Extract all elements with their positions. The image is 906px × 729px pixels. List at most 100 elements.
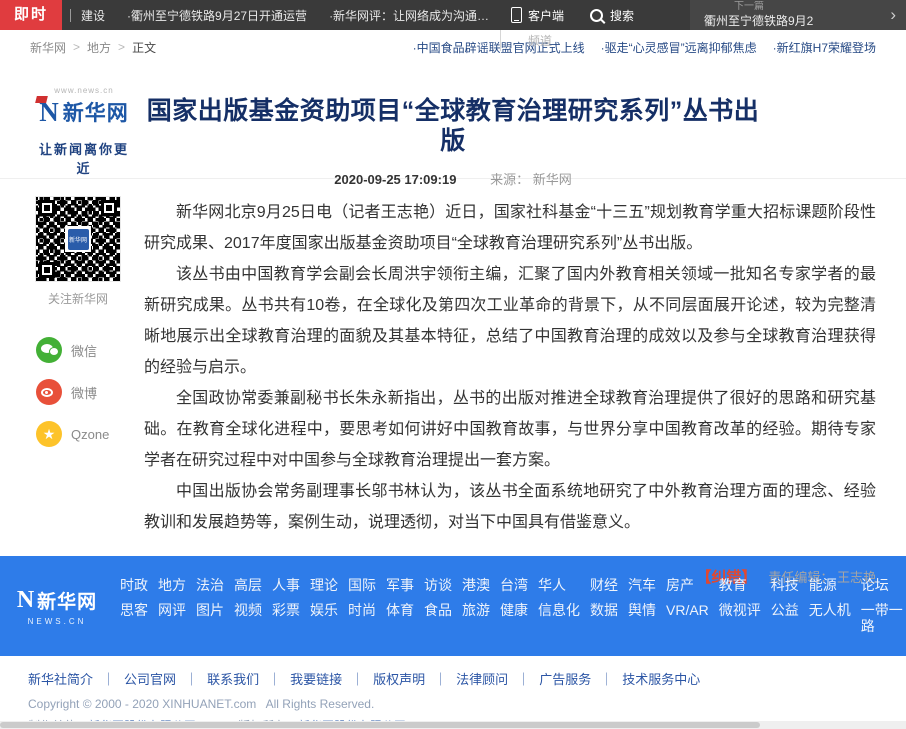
footer-nav-column: 理论娱乐 xyxy=(310,577,338,635)
footer-nav-column: 军事体育 xyxy=(386,577,414,635)
footer-link-separator: ｜ xyxy=(517,669,530,688)
footer-nav-column: 台湾健康 xyxy=(500,577,528,635)
footer-nav-link[interactable]: 无人机 xyxy=(809,602,851,619)
horizontal-scrollbar xyxy=(0,721,906,729)
search-label: 搜索 xyxy=(610,7,634,24)
footer-nav-link[interactable]: 旅游 xyxy=(462,602,490,619)
client-button[interactable]: 客户端 xyxy=(511,7,564,24)
footer-nav-column: 访谈食品 xyxy=(424,577,452,635)
footer-nav-link[interactable]: 思客 xyxy=(120,602,148,619)
article-header: www.news.cn N 新华网 让新闻离你更近 国家出版基金资助项目“全球教… xyxy=(0,64,906,179)
footer-nav-column: 房产 VR/AR xyxy=(666,577,709,635)
footer-nav-link[interactable]: 军事 xyxy=(386,577,414,594)
phone-icon xyxy=(511,7,522,23)
footer-nav-link[interactable]: 能源 xyxy=(809,577,851,594)
ticker-item[interactable]: 建设 xyxy=(81,7,105,24)
logo-mark: N 新华网 xyxy=(32,97,136,127)
headline-link[interactable]: ·驱走“心灵感冒”远离抑郁焦虑 xyxy=(601,39,757,56)
footer-nav-link[interactable]: 舆情 xyxy=(628,602,656,619)
footer-links: 新华社简介｜ 公司官网｜ 联系我们｜ 我要链接｜ 版权声明｜ 法律顾问｜ 广告服… xyxy=(28,669,878,688)
search-button[interactable]: 搜索 xyxy=(590,7,634,24)
copyright-text: Copyright © 2000 - 2020 XINHUANET.com Al… xyxy=(28,697,878,711)
share-wechat-button[interactable]: 微信 xyxy=(36,337,134,363)
footer-nav-link[interactable]: 论坛 xyxy=(861,577,903,594)
footer-nav-link[interactable]: 港澳 xyxy=(462,577,490,594)
footer-nav-link[interactable]: 信息化 xyxy=(538,602,580,619)
footer-nav-link[interactable]: 高层 xyxy=(234,577,262,594)
footer-link[interactable]: 联系我们 xyxy=(207,669,259,688)
footer-nav-link[interactable]: 网评 xyxy=(158,602,186,619)
site-slogan: 让新闻离你更近 xyxy=(32,139,136,177)
share-label: Qzone xyxy=(71,427,109,442)
footer-link[interactable]: 版权声明 xyxy=(373,669,425,688)
site-logo[interactable]: www.news.cn N 新华网 让新闻离你更近 xyxy=(32,86,136,177)
footer-link[interactable]: 新华社简介 xyxy=(28,669,93,688)
footer-nav-link[interactable]: 财经 xyxy=(590,577,618,594)
horizontal-scrollbar-thumb[interactable] xyxy=(0,722,760,728)
qr-code: 新华网 xyxy=(36,197,120,281)
footer: 新华社简介｜ 公司官网｜ 联系我们｜ 我要链接｜ 版权声明｜ 法律顾问｜ 广告服… xyxy=(0,656,906,721)
footer-nav-link[interactable]: 图片 xyxy=(196,602,224,619)
footer-nav-column: 能源无人机 xyxy=(809,577,851,635)
next-article-label: 下一篇 xyxy=(734,1,813,14)
publish-date: 2020-09-25 17:09:19 xyxy=(334,172,456,187)
footer-nav-link[interactable]: 健康 xyxy=(500,602,528,619)
footer-link[interactable]: 我要链接 xyxy=(290,669,342,688)
qr-caption: 关注新华网 xyxy=(36,290,120,307)
next-article-text: 下一篇 衢州至宁德铁路9月2 xyxy=(704,1,813,29)
live-badge[interactable]: 即时 xyxy=(0,0,62,30)
headline-link[interactable]: ·中国食品辟谣联盟官网正式上线 xyxy=(413,39,585,56)
footer-nav-link[interactable]: 法治 xyxy=(196,577,224,594)
footer-site-name: 新华网 xyxy=(37,587,97,614)
footer-logo[interactable]: N 新华网 NEWS.CN xyxy=(16,587,98,626)
footer-nav-link[interactable]: 台湾 xyxy=(500,577,528,594)
breadcrumb-separator: > xyxy=(73,40,80,54)
footer-nav-link[interactable]: 时尚 xyxy=(348,602,376,619)
footer-nav-link[interactable]: 地方 xyxy=(158,577,186,594)
footer-nav-link[interactable]: 房产 xyxy=(666,577,709,594)
footer-nav-link[interactable]: 彩票 xyxy=(272,602,300,619)
footer-link[interactable]: 广告服务 xyxy=(539,669,591,688)
footer-link-separator: ｜ xyxy=(434,669,447,688)
breadcrumb-row: 新华网 > 地方 > 正文 ·中国食品辟谣联盟官网正式上线 ·驱走“心灵感冒”远… xyxy=(0,30,906,64)
footer-nav-link[interactable]: 食品 xyxy=(424,602,452,619)
footer-nav-link[interactable]: 理论 xyxy=(310,577,338,594)
footer-nav-link[interactable]: 视频 xyxy=(234,602,262,619)
qr-logo-badge: 新华网 xyxy=(68,229,89,250)
ticker-item[interactable]: ·衢州至宁德铁路9月27日开通运营 xyxy=(127,7,307,24)
channel-menu-item[interactable]: 频道 xyxy=(500,30,552,51)
footer-nav-link[interactable]: VR/AR xyxy=(666,602,709,619)
footer-nav: 时政思客 地方网评 法治图片 高层视频 人事彩票 理论娱乐 国际时尚 军事体育 … xyxy=(120,577,903,635)
footer-nav-link[interactable]: 科技 xyxy=(771,577,799,594)
share-weibo-button[interactable]: 微博 xyxy=(36,379,134,405)
breadcrumb-section[interactable]: 地方 xyxy=(87,39,111,56)
footer-nav-link[interactable]: 数据 xyxy=(590,602,618,619)
source-name[interactable]: 新华网 xyxy=(533,172,572,187)
footer-logo-sub: NEWS.CN xyxy=(16,617,98,626)
footer-nav-link[interactable]: 华人 xyxy=(538,577,580,594)
footer-nav-link[interactable]: 娱乐 xyxy=(310,602,338,619)
ticker-item[interactable]: ·新华网评：让网络成为沟通… xyxy=(329,7,489,24)
footer-link[interactable]: 公司官网 xyxy=(124,669,176,688)
footer-nav-link[interactable]: 时政 xyxy=(120,577,148,594)
headline-link[interactable]: ·新红旗H7荣耀登场 xyxy=(773,39,876,56)
footer-nav-column: 人事彩票 xyxy=(272,577,300,635)
footer-nav-link[interactable]: 汽车 xyxy=(628,577,656,594)
share-qzone-button[interactable]: Qzone xyxy=(36,421,134,447)
footer-nav-column: 华人信息化 xyxy=(538,577,580,635)
footer-nav-link[interactable]: 一带一路 xyxy=(861,602,903,636)
footer-nav-link[interactable]: 访谈 xyxy=(424,577,452,594)
footer-nav-link[interactable]: 公益 xyxy=(771,602,799,619)
footer-nav-link[interactable]: 人事 xyxy=(272,577,300,594)
footer-nav-link[interactable]: 国际 xyxy=(348,577,376,594)
weibo-icon xyxy=(36,379,62,405)
site-url: www.news.cn xyxy=(32,86,136,95)
next-article-button[interactable]: 下一篇 衢州至宁德铁路9月2 › xyxy=(690,0,906,30)
breadcrumb-home[interactable]: 新华网 xyxy=(30,39,66,56)
footer-nav-link[interactable]: 教育 xyxy=(719,577,761,594)
footer-link[interactable]: 法律顾问 xyxy=(456,669,508,688)
footer-nav-link[interactable]: 微视评 xyxy=(719,602,761,619)
footer-nav-link[interactable]: 体育 xyxy=(386,602,414,619)
footer-link[interactable]: 技术服务中心 xyxy=(622,669,700,688)
footer-logo-mark: N 新华网 xyxy=(16,587,98,614)
